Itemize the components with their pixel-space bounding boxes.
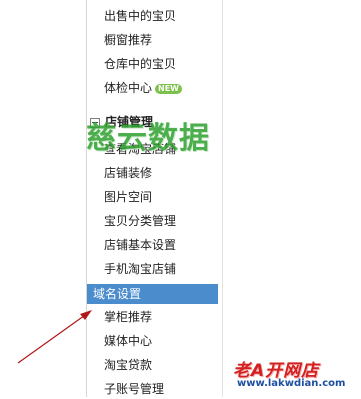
menu-item-health-check[interactable]: 体检中心 NEW <box>104 78 182 98</box>
section-title: 店铺管理 <box>105 115 154 129</box>
menu-item-view-store[interactable]: 查看淘宝店铺 <box>104 139 176 159</box>
menu-item-selling-items[interactable]: 出售中的宝贝 <box>104 6 176 26</box>
menu-item-media-center[interactable]: 媒体中心 <box>104 331 152 351</box>
menu-item-shopkeeper-recommend[interactable]: 掌柜推荐 <box>104 307 152 327</box>
menu-item-label: 体检中心 <box>104 81 153 95</box>
menu-item-taobao-loan[interactable]: 淘宝贷款 <box>104 355 152 375</box>
menu-item-image-space[interactable]: 图片空间 <box>104 187 152 207</box>
new-badge: NEW <box>155 83 182 94</box>
menu-item-warehouse-items[interactable]: 仓库中的宝贝 <box>104 54 176 74</box>
seller-sidebar-menu: 出售中的宝贝 橱窗推荐 仓库中的宝贝 体检中心 NEW 店铺管理 查看淘宝店铺 店… <box>0 0 361 397</box>
site-logo: 老A开网店 www.lakwdian.com <box>233 356 361 394</box>
section-store-management[interactable]: 店铺管理 <box>90 112 153 132</box>
menu-item-domain-settings-label[interactable]: 域名设置 <box>93 284 141 304</box>
collapse-icon[interactable] <box>90 117 100 128</box>
menu-item-category-management[interactable]: 宝贝分类管理 <box>104 211 176 231</box>
menu-item-store-decoration[interactable]: 店铺装修 <box>104 163 152 183</box>
menu-item-sub-accounts[interactable]: 子账号管理 <box>104 379 164 399</box>
menu-item-showcase-recommend[interactable]: 橱窗推荐 <box>104 30 152 50</box>
site-logo-url: www.lakwdian.com <box>237 378 346 389</box>
menu-item-basic-settings[interactable]: 店铺基本设置 <box>104 235 176 255</box>
menu-item-mobile-store[interactable]: 手机淘宝店铺 <box>104 259 176 279</box>
